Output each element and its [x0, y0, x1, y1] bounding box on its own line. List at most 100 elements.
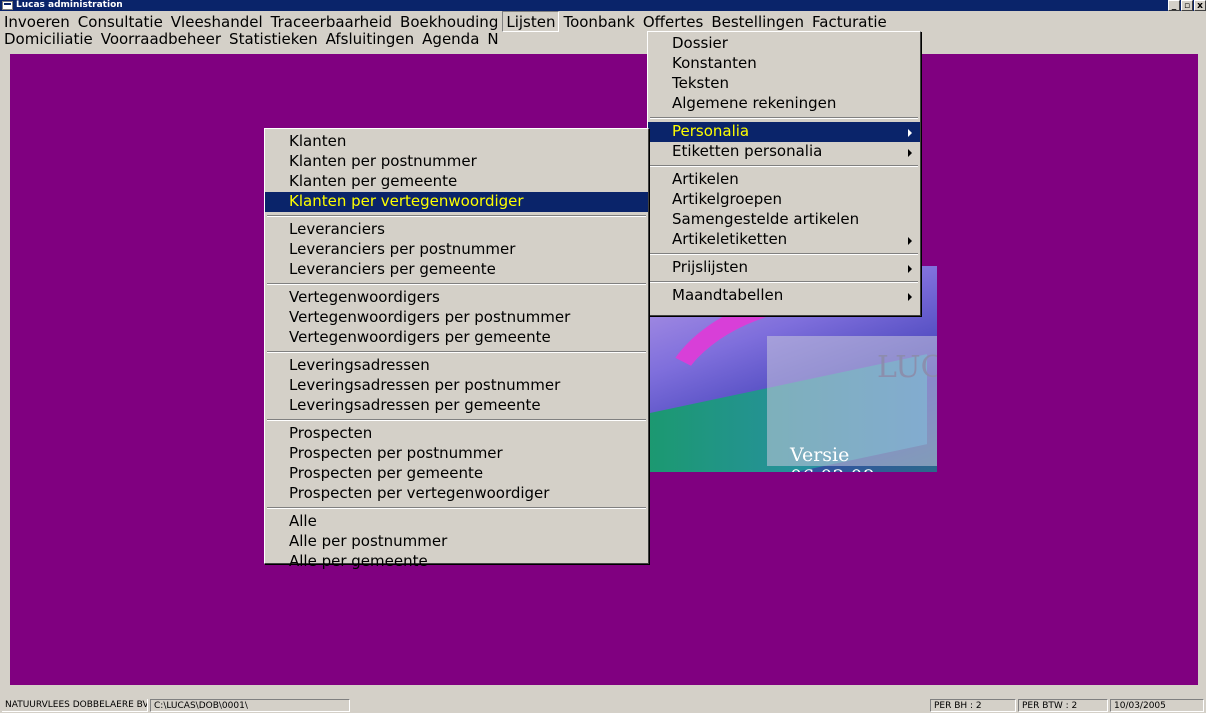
- menu-item-label: Maandtabellen: [672, 286, 784, 304]
- menu-item-label: Vertegenwoordigers per postnummer: [289, 308, 571, 326]
- menu-afsluitingen[interactable]: Afsluitingen: [322, 28, 418, 48]
- menu-voorraadbeheer[interactable]: Voorraadbeheer: [97, 28, 225, 48]
- menu-item-label: Prospecten per vertegenwoordiger: [289, 484, 550, 502]
- menu-item-label: Leveranciers per gemeente: [289, 260, 496, 278]
- menu-separator: [265, 280, 648, 288]
- menu-item-label: Personalia: [672, 122, 750, 140]
- menu-item-label: Artikeletiketten: [672, 230, 788, 248]
- menu-item-label: Alle per postnummer: [289, 532, 448, 550]
- menu-n[interactable]: N: [483, 28, 502, 48]
- menu-item-label: Artikelen: [672, 170, 739, 188]
- minimize-button[interactable]: _: [1168, 0, 1180, 11]
- personalia-item-vertegenwoordigers-per-gemeente[interactable]: Vertegenwoordigers per gemeente: [265, 328, 648, 348]
- menu-item-label: Dossier: [672, 34, 728, 52]
- menu-item-label: Leveranciers: [289, 220, 385, 238]
- menu-item-label: Prijslijsten: [672, 258, 749, 276]
- lijsten-item-samengestelde-artikelen[interactable]: Samengestelde artikelen: [648, 210, 920, 230]
- personalia-item-alle-per-gemeente[interactable]: Alle per gemeente: [265, 552, 648, 572]
- version-label: Versie 06.03.08: [790, 444, 875, 472]
- personalia-item-prospecten-per-vertegenwoordiger[interactable]: Prospecten per vertegenwoordiger: [265, 484, 648, 504]
- personalia-item-prospecten-per-gemeente[interactable]: Prospecten per gemeente: [265, 464, 648, 484]
- menu-facturatie[interactable]: Facturatie: [808, 11, 891, 31]
- personalia-item-leveranciers[interactable]: Leveranciers: [265, 220, 648, 240]
- menu-separator: [265, 348, 648, 356]
- personalia-item-alle[interactable]: Alle: [265, 512, 648, 532]
- menu-item-label: Alle per gemeente: [289, 552, 428, 570]
- menu-item-label: Leveringsadressen per gemeente: [289, 396, 541, 414]
- lijsten-item-dossier[interactable]: Dossier: [648, 34, 920, 54]
- personalia-item-prospecten[interactable]: Prospecten: [265, 424, 648, 444]
- lijsten-item-algemene-rekeningen[interactable]: Algemene rekeningen: [648, 94, 920, 114]
- submenu-arrow-icon: [908, 149, 912, 157]
- menu-item-label: Vertegenwoordigers per gemeente: [289, 328, 551, 346]
- lijsten-item-prijslijsten[interactable]: Prijslijsten: [648, 258, 920, 278]
- personalia-item-vertegenwoordigers[interactable]: Vertegenwoordigers: [265, 288, 648, 308]
- menu-lijsten[interactable]: Lijsten: [502, 11, 560, 32]
- menu-item-label: Leveranciers per postnummer: [289, 240, 516, 258]
- window-title: Lucas administration: [16, 0, 123, 10]
- submenu-arrow-icon: [908, 129, 912, 137]
- menu-agenda[interactable]: Agenda: [418, 28, 483, 48]
- menu-item-label: Alle: [289, 512, 317, 530]
- splash-logo-letters: LUC: [877, 350, 937, 385]
- lijsten-item-teksten[interactable]: Teksten: [648, 74, 920, 94]
- menu-item-label: Teksten: [672, 74, 729, 92]
- restore-button[interactable]: ▫: [1181, 0, 1193, 11]
- menu-item-label: Prospecten per gemeente: [289, 464, 484, 482]
- personalia-item-leveringsadressen-per-postnummer[interactable]: Leveringsadressen per postnummer: [265, 376, 648, 396]
- status-bar: NATUURVLEES DOBBELAERE BVBA C:\LUCAS\DOB…: [0, 696, 1206, 713]
- menu-item-label: Klanten per postnummer: [289, 152, 477, 170]
- menu-row-2: Domiciliatie Voorraadbeheer Statistieken Af…: [0, 28, 503, 50]
- personalia-item-vertegenwoordigers-per-postnummer[interactable]: Vertegenwoordigers per postnummer: [265, 308, 648, 328]
- menu-item-label: Klanten: [289, 132, 347, 150]
- menu-item-label: Etiketten personalia: [672, 142, 823, 160]
- menu-item-label: Vertegenwoordigers: [289, 288, 440, 306]
- status-company: NATUURVLEES DOBBELAERE BVBA: [2, 699, 148, 712]
- menu-item-label: Konstanten: [672, 54, 757, 72]
- lijsten-item-etiketten-personalia[interactable]: Etiketten personalia: [648, 142, 920, 162]
- menu-separator: [265, 504, 648, 512]
- personalia-item-klanten-per-vertegenwoordiger[interactable]: Klanten per vertegenwoordiger: [265, 192, 648, 212]
- title-bar: Lucas administration _ ▫ x: [0, 0, 1206, 11]
- lijsten-item-konstanten[interactable]: Konstanten: [648, 54, 920, 74]
- lijsten-item-artikelen[interactable]: Artikelen: [648, 170, 920, 190]
- menu-separator: [648, 114, 920, 122]
- menu-statistieken[interactable]: Statistieken: [225, 28, 322, 48]
- menu-separator: [648, 162, 920, 170]
- menu-item-label: Klanten per vertegenwoordiger: [289, 192, 524, 210]
- app-icon: [2, 1, 13, 10]
- lijsten-item-personalia[interactable]: Personalia: [648, 122, 920, 142]
- menu-separator: [265, 212, 648, 220]
- status-date: 10/03/2005: [1110, 699, 1204, 712]
- menu-toonbank[interactable]: Toonbank: [559, 11, 638, 31]
- submenu-arrow-icon: [908, 293, 912, 301]
- personalia-item-leveranciers-per-postnummer[interactable]: Leveranciers per postnummer: [265, 240, 648, 260]
- personalia-item-klanten[interactable]: Klanten: [265, 132, 648, 152]
- personalia-item-prospecten-per-postnummer[interactable]: Prospecten per postnummer: [265, 444, 648, 464]
- lijsten-item-artikeletiketten[interactable]: Artikeletiketten: [648, 230, 920, 250]
- menu-domiciliatie[interactable]: Domiciliatie: [0, 28, 97, 48]
- lijsten-dropdown-menu: Dossier Konstanten Teksten Algemene rekenin…: [647, 31, 921, 316]
- menu-item-label: Klanten per gemeente: [289, 172, 458, 190]
- personalia-item-leveringsadressen[interactable]: Leveringsadressen: [265, 356, 648, 376]
- menu-separator: [648, 250, 920, 258]
- menu-bar: Invoeren Consultatie Vleeshandel Traceerbaa…: [0, 11, 1206, 55]
- menu-bestellingen[interactable]: Bestellingen: [707, 11, 808, 31]
- menu-item-label: Prospecten: [289, 424, 373, 442]
- menu-offertes[interactable]: Offertes: [639, 11, 707, 31]
- personalia-item-alle-per-postnummer[interactable]: Alle per postnummer: [265, 532, 648, 552]
- personalia-item-leveringsadressen-per-gemeente[interactable]: Leveringsadressen per gemeente: [265, 396, 648, 416]
- window-controls: _ ▫ x: [1168, 0, 1206, 11]
- status-per-bh: PER BH : 2: [930, 699, 1016, 712]
- personalia-item-leveranciers-per-gemeente[interactable]: Leveranciers per gemeente: [265, 260, 648, 280]
- menu-separator: [265, 416, 648, 424]
- lijsten-item-maandtabellen[interactable]: Maandtabellen: [648, 286, 920, 306]
- lijsten-item-artikelgroepen[interactable]: Artikelgroepen: [648, 190, 920, 210]
- close-button[interactable]: x: [1194, 0, 1206, 11]
- status-per-btw: PER BTW : 2: [1018, 699, 1108, 712]
- personalia-item-klanten-per-postnummer[interactable]: Klanten per postnummer: [265, 152, 648, 172]
- menu-separator: [648, 278, 920, 286]
- menu-item-label: Algemene rekeningen: [672, 94, 837, 112]
- personalia-item-klanten-per-gemeente[interactable]: Klanten per gemeente: [265, 172, 648, 192]
- status-path: C:\LUCAS\DOB\0001\: [150, 699, 350, 712]
